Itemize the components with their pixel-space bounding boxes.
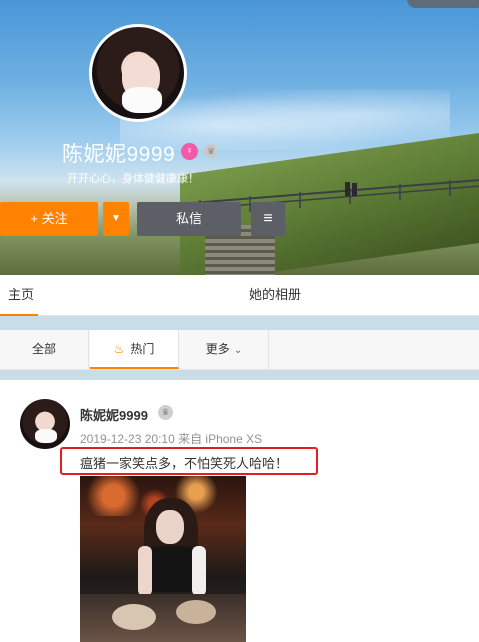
- tab-home[interactable]: 主页: [0, 275, 38, 316]
- tab-album[interactable]: 她的相册: [249, 275, 301, 315]
- filter-hot-label: 热门: [130, 342, 155, 356]
- filter-all-label: 全部: [31, 342, 56, 356]
- photo-arm: [138, 546, 152, 596]
- post-author-name[interactable]: 陈妮妮9999: [80, 405, 148, 424]
- filter-all[interactable]: 全部: [0, 330, 89, 369]
- avatar-hand: [35, 429, 57, 443]
- post-author-avatar[interactable]: [20, 399, 70, 449]
- message-button[interactable]: 私信: [137, 202, 241, 236]
- profile-bio: 开开心心，身体健健康康！: [67, 173, 199, 185]
- profile-avatar[interactable]: [89, 24, 187, 122]
- filter-more-label: 更多: [205, 342, 230, 356]
- female-icon: ♀: [181, 143, 198, 160]
- profile-header: 陈妮妮9999 ♀ ♛ 开开心心，身体健健康康！ + 关注 ▼ 私信 ≡: [0, 0, 479, 275]
- photo-face: [156, 510, 184, 544]
- follow-dropdown-button[interactable]: ▼: [103, 202, 129, 236]
- post-photo[interactable]: [80, 476, 246, 642]
- post-text: 瘟猪一家笑点多，不怕笑死人哈哈！: [80, 456, 289, 471]
- photo-table: [80, 594, 246, 642]
- flame-icon: ♨: [113, 342, 125, 356]
- top-badge: [407, 0, 479, 8]
- crown-icon: ♛: [204, 144, 218, 158]
- feed-filter-bar: 全部 ♨ 热门 更多 ⌄: [0, 330, 479, 370]
- crown-icon: ♛: [158, 405, 173, 420]
- post-meta: 2019-12-23 20:10 来自 iPhone XS: [80, 432, 263, 446]
- separator: [0, 370, 479, 380]
- avatar-hand: [122, 87, 162, 113]
- profile-tabbar: 主页 她的相册: [0, 275, 479, 316]
- filter-more[interactable]: 更多 ⌄: [180, 330, 269, 369]
- photo-plate: [176, 600, 216, 624]
- profile-username: 陈妮妮9999: [62, 143, 176, 166]
- photo-shirt: [192, 546, 206, 596]
- separator: [0, 316, 479, 330]
- follow-button[interactable]: + 关注: [0, 202, 98, 236]
- chevron-down-icon: ⌄: [233, 345, 243, 356]
- post-card: 陈妮妮9999 ♛ 2019-12-23 20:10 来自 iPhone XS …: [0, 380, 479, 642]
- photo-plate: [112, 604, 156, 630]
- menu-button[interactable]: ≡: [251, 202, 285, 236]
- filter-hot[interactable]: ♨ 热门: [90, 330, 179, 369]
